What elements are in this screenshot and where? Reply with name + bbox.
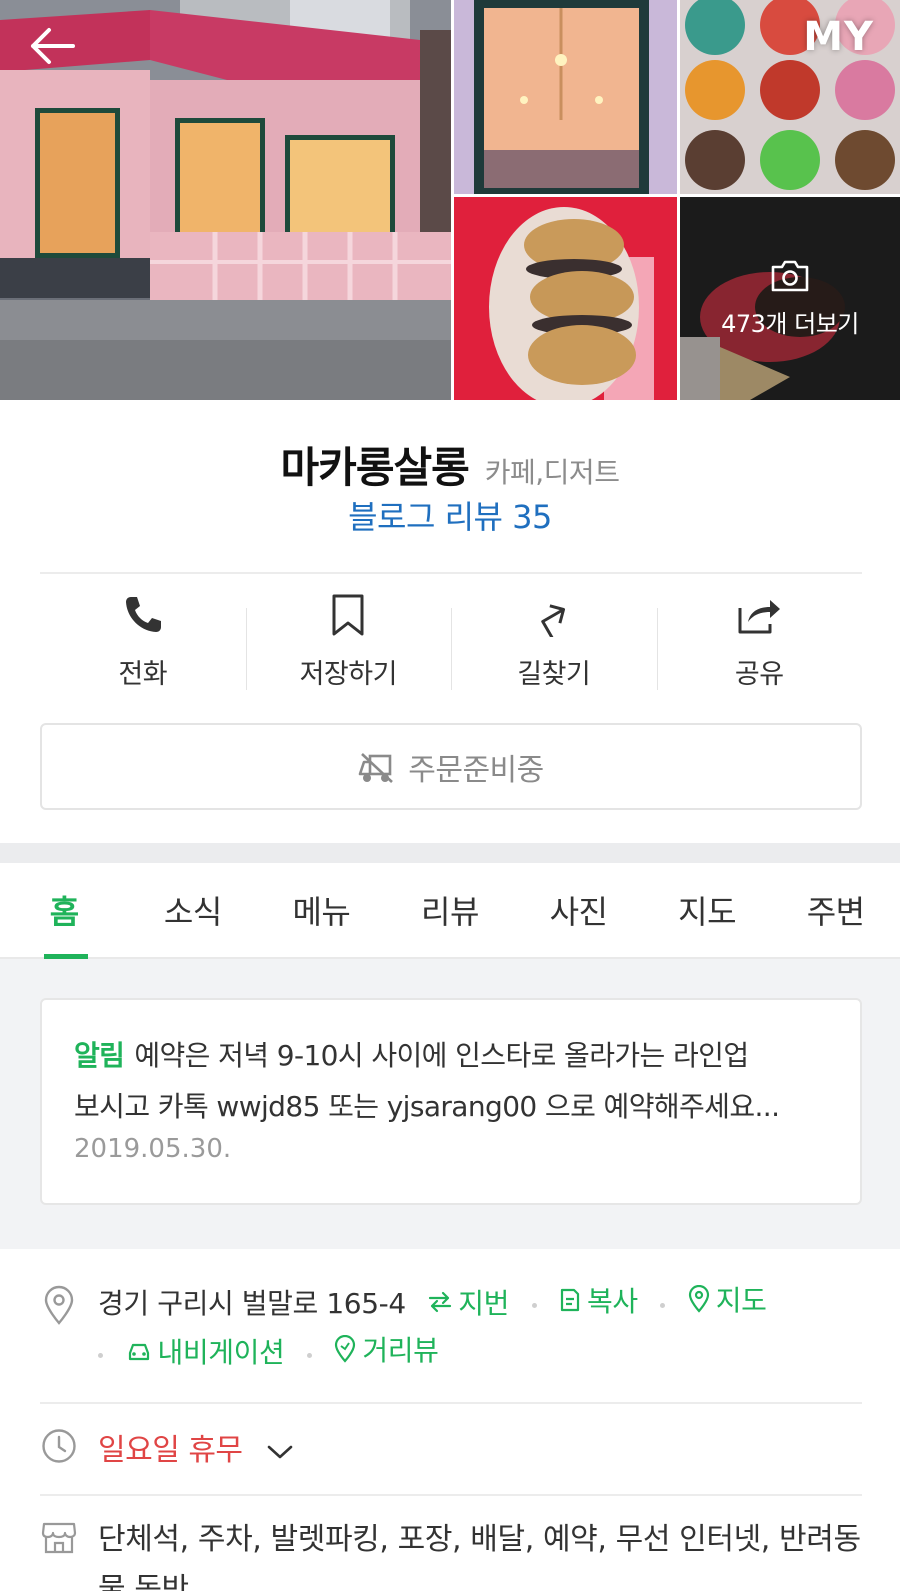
camera-icon xyxy=(771,260,809,292)
copy-label: 복사 xyxy=(587,1285,638,1318)
hours-line: 일요일 휴무 xyxy=(98,1425,295,1469)
notice-date: 2019.05.30. xyxy=(74,1134,232,1164)
separator-dot xyxy=(98,1352,103,1358)
save-button[interactable]: 저장하기 xyxy=(245,590,452,700)
street-view-icon xyxy=(335,1335,356,1363)
photo-gallery: 473개 더보기 MY xyxy=(0,0,900,400)
navigation-label: 내비게이션 xyxy=(157,1336,285,1369)
notice-tag: 알림 xyxy=(74,1039,125,1072)
address-line: 경기 구리시 벌말로 165-4 지번 복사 지도 xyxy=(98,1279,767,1322)
address-text: 경기 구리시 벌말로 165-4 xyxy=(98,1287,406,1320)
divider xyxy=(40,572,862,574)
blog-review-link[interactable]: 블로그 리뷰 35 xyxy=(0,492,900,538)
save-label: 저장하기 xyxy=(299,659,398,690)
location-pin-icon xyxy=(44,1285,74,1325)
car-navigation-icon xyxy=(128,1343,149,1361)
call-button[interactable]: 전화 xyxy=(40,590,246,700)
share-button[interactable]: 공유 xyxy=(656,590,863,700)
separator-dot xyxy=(531,1302,537,1308)
notice-line-1: 알림 예약은 저녁 9-10시 사이에 인스타로 올라가는 라인업 xyxy=(74,1030,828,1081)
order-status-label: 주문준비중 xyxy=(408,752,544,788)
store-icon xyxy=(41,1522,77,1554)
amenities-text: 단체석, 주차, 발렛파킹, 포장, 배달, 예약, 무선 인터넷, 반려동물 … xyxy=(98,1522,861,1591)
swap-arrows-icon xyxy=(429,1291,452,1313)
map-button[interactable]: 지도 xyxy=(688,1279,767,1319)
copy-icon xyxy=(560,1288,580,1312)
delivery-truck-icon xyxy=(358,752,394,783)
photo-more-overlay[interactable]: 473개 더보기 xyxy=(680,197,900,400)
notice-card[interactable]: 알림 예약은 저녁 9-10시 사이에 인스타로 올라가는 라인업 보시고 카톡 … xyxy=(40,998,862,1205)
address-row: 경기 구리시 벌말로 165-4 지번 복사 지도 내비게이션 거리뷰 xyxy=(40,1279,862,1389)
place-header: 마카롱살롱 카페,디저트 블로그 리뷰 35 xyxy=(0,400,900,573)
directions-label: 길찾기 xyxy=(517,659,591,690)
place-info: 경기 구리시 벌말로 165-4 지번 복사 지도 내비게이션 거리뷰 일요일 … xyxy=(0,1249,900,1591)
tab-bar: 홈 소식 메뉴 리뷰 사진 지도 주변 xyxy=(0,863,900,959)
street-view-button[interactable]: 거리뷰 xyxy=(334,1329,439,1369)
chevron-down-icon[interactable] xyxy=(265,1442,295,1462)
phone-icon xyxy=(125,597,161,632)
macaron-hand-photo[interactable] xyxy=(454,197,677,400)
directions-icon xyxy=(540,604,565,637)
tab-news[interactable]: 소식 xyxy=(129,863,258,957)
map-label: 지도 xyxy=(715,1284,767,1317)
map-pin-icon xyxy=(688,1285,709,1313)
amenities-row: 단체석, 주차, 발렛파킹, 포장, 배달, 예약, 무선 인터넷, 반려동물 … xyxy=(40,1515,862,1591)
share-icon xyxy=(738,600,781,634)
clock-icon xyxy=(42,1429,76,1463)
tab-nearby[interactable]: 주변 xyxy=(771,863,900,957)
hours-row[interactable]: 일요일 휴무 xyxy=(40,1425,862,1469)
separator-dot xyxy=(660,1302,666,1308)
tab-photo[interactable]: 사진 xyxy=(514,863,643,957)
copy-button[interactable]: 복사 xyxy=(559,1280,638,1320)
place-category: 카페,디저트 xyxy=(484,456,620,489)
tab-menu[interactable]: 메뉴 xyxy=(257,863,386,957)
action-bar: 전화 저장하기 길찾기 공유 xyxy=(40,590,862,700)
divider xyxy=(40,1494,862,1496)
bookmark-icon xyxy=(332,594,364,636)
notice-text-1: 예약은 저녁 9-10시 사이에 인스타로 올라가는 라인업 xyxy=(134,1039,749,1072)
tab-review[interactable]: 리뷰 xyxy=(386,863,515,957)
divider xyxy=(40,1402,862,1404)
tab-map[interactable]: 지도 xyxy=(643,863,772,957)
order-status-button[interactable]: 주문준비중 xyxy=(40,723,862,810)
interior-photo[interactable] xyxy=(454,0,677,194)
tab-home[interactable]: 홈 xyxy=(0,863,129,959)
call-label: 전화 xyxy=(118,659,168,690)
directions-button[interactable]: 길찾기 xyxy=(451,590,657,700)
jibun-button[interactable]: 지번 xyxy=(428,1282,509,1322)
navigation-button[interactable]: 내비게이션 xyxy=(126,1331,285,1371)
street-view-label: 거리뷰 xyxy=(362,1334,439,1367)
my-button[interactable]: MY xyxy=(803,14,874,60)
place-name: 마카롱살롱 xyxy=(280,443,470,492)
separator-dot xyxy=(306,1352,312,1358)
back-arrow-icon xyxy=(31,28,75,64)
hours-status: 일요일 휴무 xyxy=(98,1433,243,1468)
back-button[interactable] xyxy=(22,18,82,74)
photo-more-label: 473개 더보기 xyxy=(721,310,859,338)
jibun-label: 지번 xyxy=(458,1287,509,1320)
section-separator xyxy=(0,843,900,863)
address-line-2: 내비게이션 거리뷰 xyxy=(98,1329,439,1371)
notice-text-2: 보시고 카톡 wwjd85 또는 yjsarang00 으로 예약해주세요... xyxy=(74,1090,780,1123)
share-label: 공유 xyxy=(734,659,784,690)
